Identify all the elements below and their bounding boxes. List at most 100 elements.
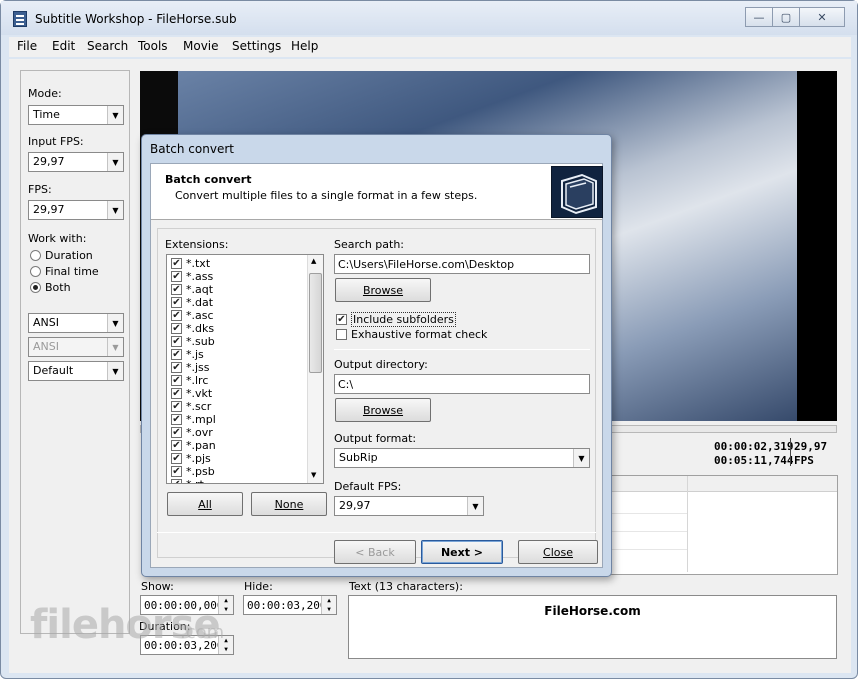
back-button[interactable]: < Back [334,540,416,564]
fps-select[interactable]: 29,97 ▼ [28,200,124,220]
scroll-thumb[interactable] [309,273,322,373]
playback-fps: 29,97 [794,440,828,453]
extension-label: *.dat [186,296,214,309]
checkbox-icon[interactable] [171,323,182,334]
checkbox-icon[interactable] [171,297,182,308]
close-icon: ✕ [817,10,827,24]
search-path-input[interactable]: C:\Users\FileHorse.com\Desktop [334,254,590,274]
maximize-button[interactable]: ▢ [772,7,800,27]
checkbox-icon[interactable] [171,414,182,425]
include-subfolders-label: Include subfolders [351,312,456,327]
scroll-up-icon[interactable]: ▲ [311,257,316,265]
menu-movie[interactable]: Movie [183,39,219,53]
extension-item[interactable]: *.asc [171,309,214,322]
show-label: Show: [141,580,174,593]
checkbox-icon[interactable] [171,284,182,295]
minimize-button[interactable]: — [745,7,773,27]
extension-item[interactable]: *.ovr [171,426,213,439]
close-window-button[interactable]: ✕ [799,7,845,27]
fps-value: 29,97 [33,203,65,216]
mode-label: Mode: [28,87,62,100]
checkbox-icon[interactable] [171,427,182,438]
chevron-down-icon: ▼ [467,497,483,515]
radio-both[interactable] [30,282,41,293]
hide-time-field[interactable]: 00:00:03,200 ▲ ▼ [243,595,337,615]
checkbox-icon[interactable] [171,375,182,386]
menu-settings[interactable]: Settings [232,39,281,53]
checkbox-icon[interactable] [171,401,182,412]
menu-search[interactable]: Search [87,39,128,53]
menu-edit[interactable]: Edit [52,39,75,53]
extension-item[interactable]: *.mpl [171,413,216,426]
encoding-secondary-select[interactable]: ANSI ▼ [28,337,124,357]
spinner-icon[interactable]: ▲ ▼ [218,596,233,614]
checkbox-icon[interactable] [171,362,182,373]
app-icon [13,11,27,27]
mode-select[interactable]: Time ▼ [28,105,124,125]
next-button[interactable]: Next > [421,540,503,564]
select-all-button[interactable]: All [167,492,243,516]
scroll-down-icon[interactable]: ▼ [311,471,316,479]
output-format-select[interactable]: SubRip ▼ [334,448,590,468]
radio-final-time[interactable] [30,266,41,277]
playback-time-display: 00:00:02,319 00:05:11,744 29,97 FPS [710,436,838,468]
close-dialog-button[interactable]: Close [518,540,598,564]
radio-final-time-label[interactable]: Final time [45,265,99,278]
window-title: Subtitle Workshop - FileHorse.sub [35,12,237,26]
extension-item[interactable]: *.scr [171,400,211,413]
extension-item[interactable]: *.pjs [171,452,211,465]
extensions-scrollbar[interactable]: ▲ ▼ [307,255,323,483]
include-subfolders-checkbox[interactable]: Include subfolders [336,312,456,327]
extension-item[interactable]: *.sub [171,335,215,348]
spinner-icon[interactable]: ▲ ▼ [321,596,336,614]
menu-file[interactable]: File [17,39,37,53]
checkbox-icon[interactable] [171,258,182,269]
extension-item[interactable]: *.jss [171,361,210,374]
encoding-select[interactable]: ANSI ▼ [28,313,124,333]
subtitle-text-area[interactable]: FileHorse.com [348,595,837,659]
checkbox-icon[interactable] [171,479,182,483]
checkbox-icon[interactable] [171,271,182,282]
extension-item[interactable]: *.aqt [171,283,213,296]
checkbox-icon[interactable] [171,440,182,451]
browse-output-directory-button[interactable]: Browse [335,398,431,422]
extensions-label: Extensions: [165,238,229,251]
menu-tools[interactable]: Tools [138,39,168,53]
extension-item[interactable]: *.dat [171,296,213,309]
extension-item[interactable]: *.ass [171,270,213,283]
checkbox-icon[interactable] [171,310,182,321]
checkbox-icon[interactable] [171,453,182,464]
radio-both-label[interactable]: Both [45,281,71,294]
input-fps-select[interactable]: 29,97 ▼ [28,152,124,172]
extension-item[interactable]: *.js [171,348,204,361]
checkbox-icon[interactable] [171,466,182,477]
checkbox-icon[interactable] [171,388,182,399]
checkbox-icon[interactable] [336,329,347,340]
extensions-list[interactable]: *.txt*.ass*.aqt*.dat*.asc*.dks*.sub*.js*… [166,254,324,484]
checkbox-icon[interactable] [171,336,182,347]
extension-item[interactable]: *.psb [171,465,215,478]
dialog-title: Batch convert [150,142,234,156]
extension-item[interactable]: *.vkt [171,387,212,400]
browse-search-path-button[interactable]: Browse [335,278,431,302]
radio-duration[interactable] [30,250,41,261]
extension-item[interactable]: *.dks [171,322,214,335]
mode-value: Time [33,108,60,121]
dialog-body: Batch convert Convert multiple files to … [150,163,603,568]
default-fps-select[interactable]: 29,97 ▼ [334,496,484,516]
extension-item[interactable]: *.lrc [171,374,208,387]
close-label: Close [543,545,573,559]
menu-help[interactable]: Help [291,39,318,53]
extension-label: *.jss [186,361,210,374]
radio-duration-label[interactable]: Duration [45,249,93,262]
output-directory-input[interactable]: C:\ [334,374,590,394]
extension-item[interactable]: *.pan [171,439,216,452]
exhaustive-check-checkbox[interactable]: Exhaustive format check [336,328,487,341]
checkbox-icon[interactable] [171,349,182,360]
extension-item[interactable]: *.txt [171,257,210,270]
subtitle-grid[interactable] [606,475,838,575]
select-none-button[interactable]: None [251,492,327,516]
extension-item[interactable]: *.rt [171,478,204,483]
style-select[interactable]: Default ▼ [28,361,124,381]
checkbox-icon[interactable] [336,314,347,325]
